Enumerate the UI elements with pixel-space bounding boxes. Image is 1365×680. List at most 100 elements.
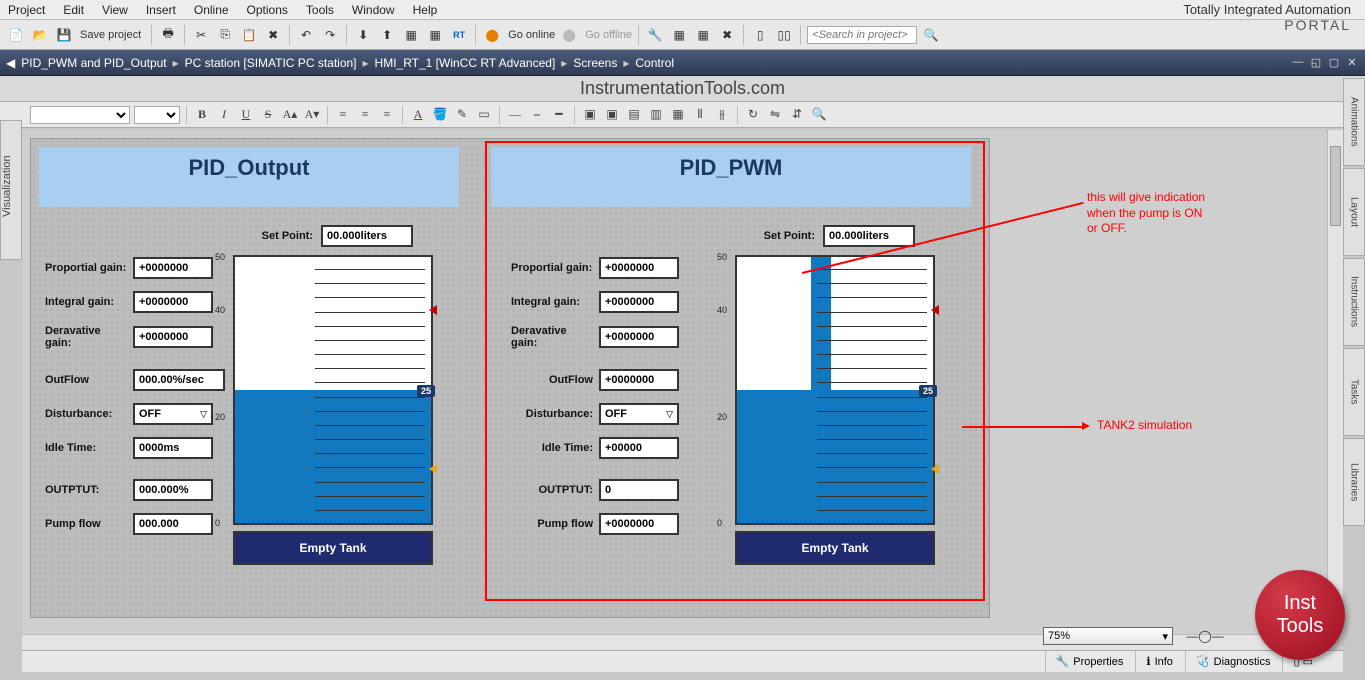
menu-online[interactable]: Online xyxy=(194,3,229,17)
io-field[interactable]: +0000000 xyxy=(599,257,679,279)
open-icon[interactable]: 📂 xyxy=(30,25,50,45)
info-tab[interactable]: ℹInfo xyxy=(1135,651,1173,672)
line-color-icon[interactable]: ✎ xyxy=(453,106,471,124)
setpoint-field[interactable]: 00.000liters xyxy=(321,225,413,247)
menu-options[interactable]: Options xyxy=(247,3,288,17)
paste-icon[interactable]: 📋 xyxy=(239,25,259,45)
size-select[interactable] xyxy=(134,106,180,124)
crumb-item[interactable]: HMI_RT_1 [WinCC RT Advanced] xyxy=(375,56,556,70)
menu-edit[interactable]: Edit xyxy=(63,3,84,17)
io-field[interactable]: +0000000 xyxy=(599,369,679,391)
tool-icon[interactable]: ▦ xyxy=(693,25,713,45)
panel-pid-output[interactable]: PID_Output Set Point: 00.000liters Propo… xyxy=(39,147,459,207)
copy-icon[interactable]: ⎘ xyxy=(215,25,235,45)
panel-pid-pwm[interactable]: PID_PWM Set Point: 00.000liters Proporti… xyxy=(491,147,971,207)
io-field[interactable]: 0 xyxy=(599,479,679,501)
menu-window[interactable]: Window xyxy=(352,3,395,17)
io-field[interactable]: +0000000 xyxy=(133,326,213,348)
tab-instructions[interactable]: Instructions xyxy=(1343,258,1365,346)
minimize-icon[interactable]: — xyxy=(1291,56,1305,70)
line-style-icon[interactable]: ⎯ xyxy=(528,106,546,124)
font-color-icon[interactable]: A xyxy=(409,106,427,124)
font-select[interactable] xyxy=(30,106,130,124)
io-field[interactable]: +0000000 xyxy=(133,291,213,313)
menu-project[interactable]: Project xyxy=(8,3,45,17)
close-icon[interactable]: ✕ xyxy=(1345,56,1359,70)
bold-icon[interactable]: B xyxy=(193,106,211,124)
menu-view[interactable]: View xyxy=(102,3,128,17)
tab-animations[interactable]: Animations xyxy=(1343,78,1365,166)
italic-icon[interactable]: I xyxy=(215,106,233,124)
fill-color-icon[interactable]: 🪣 xyxy=(431,106,449,124)
io-field[interactable]: +0000000 xyxy=(599,291,679,313)
underline-icon[interactable]: U xyxy=(237,106,255,124)
search-input[interactable] xyxy=(807,26,917,44)
split-icon[interactable]: ▯ xyxy=(750,25,770,45)
io-field[interactable]: +0000000 xyxy=(133,257,213,279)
menu-help[interactable]: Help xyxy=(413,3,438,17)
disturbance-dropdown[interactable]: OFF▽ xyxy=(133,403,213,425)
search-go-icon[interactable]: 🔍 xyxy=(921,25,941,45)
tool-icon[interactable]: 🔧 xyxy=(645,25,665,45)
strike-icon[interactable]: S xyxy=(259,106,277,124)
print-icon[interactable]: 🖶 xyxy=(158,25,178,45)
line-style-icon[interactable]: ━ xyxy=(550,106,568,124)
align-icon[interactable]: ▥ xyxy=(647,106,665,124)
io-field[interactable]: 000.000% xyxy=(133,479,213,501)
io-field[interactable]: 000.000 xyxy=(133,513,213,535)
rotate-icon[interactable]: ↻ xyxy=(744,106,762,124)
align-left-icon[interactable]: ≡ xyxy=(334,106,352,124)
font-shrink-icon[interactable]: A▾ xyxy=(303,106,321,124)
menu-tools[interactable]: Tools xyxy=(306,3,334,17)
empty-tank-button[interactable]: Empty Tank xyxy=(233,531,433,565)
zoom-select[interactable]: 75%▾ xyxy=(1043,627,1173,645)
distribute-icon[interactable]: ⫴ xyxy=(691,106,709,124)
setpoint-field[interactable]: 00.000liters xyxy=(823,225,915,247)
undo-icon[interactable]: ↶ xyxy=(296,25,316,45)
align-icon[interactable]: ▦ xyxy=(669,106,687,124)
io-field[interactable]: +0000000 xyxy=(599,326,679,348)
font-grow-icon[interactable]: A▴ xyxy=(281,106,299,124)
tab-libraries[interactable]: Libraries xyxy=(1343,438,1365,526)
redo-icon[interactable]: ↷ xyxy=(320,25,340,45)
diagnostics-tab[interactable]: 🩺Diagnostics xyxy=(1185,651,1271,672)
split-icon[interactable]: ▯▯ xyxy=(774,25,794,45)
crumb-item[interactable]: PC station [SIMATIC PC station] xyxy=(185,56,357,70)
io-field[interactable]: 000.00%/sec xyxy=(133,369,225,391)
crumb-item[interactable]: Control xyxy=(635,56,674,70)
go-online-button[interactable]: Go online xyxy=(508,29,555,41)
tab-layout[interactable]: Layout xyxy=(1343,168,1365,256)
align-center-icon[interactable]: ≡ xyxy=(356,106,374,124)
border-icon[interactable]: ▭ xyxy=(475,106,493,124)
upload-icon[interactable]: ⬆ xyxy=(377,25,397,45)
maximize-icon[interactable]: ▢ xyxy=(1327,56,1341,70)
save-icon[interactable]: 💾 xyxy=(54,25,74,45)
group-icon[interactable]: ▣ xyxy=(581,106,599,124)
new-icon[interactable]: 📄 xyxy=(6,25,26,45)
flip-icon[interactable]: ⇵ xyxy=(788,106,806,124)
io-field[interactable]: +0000000 xyxy=(599,513,679,535)
tab-visualization[interactable]: Visualization xyxy=(0,120,22,260)
distribute-icon[interactable]: ⫵ xyxy=(713,106,731,124)
disturbance-dropdown[interactable]: OFF▽ xyxy=(599,403,679,425)
io-field[interactable]: +00000 xyxy=(599,437,679,459)
delete-icon[interactable]: ✖ xyxy=(263,25,283,45)
cut-icon[interactable]: ✂ xyxy=(191,25,211,45)
io-field[interactable]: 0000ms xyxy=(133,437,213,459)
align-right-icon[interactable]: ≡ xyxy=(378,106,396,124)
go-online-icon[interactable]: ⬤ xyxy=(482,25,502,45)
cancel-icon[interactable]: ✖ xyxy=(717,25,737,45)
hmi-screen[interactable]: PID_Output Set Point: 00.000liters Propo… xyxy=(30,138,990,618)
sim-icon[interactable]: ▦ xyxy=(425,25,445,45)
compile-icon[interactable]: ▦ xyxy=(401,25,421,45)
line-style-icon[interactable]: — xyxy=(506,106,524,124)
vertical-scrollbar[interactable] xyxy=(1327,130,1343,630)
restore-icon[interactable]: ◱ xyxy=(1309,56,1323,70)
download-icon[interactable]: ⬇ xyxy=(353,25,373,45)
menu-insert[interactable]: Insert xyxy=(146,3,176,17)
empty-tank-button[interactable]: Empty Tank xyxy=(735,531,935,565)
flip-icon[interactable]: ⇋ xyxy=(766,106,784,124)
chevron-left-icon[interactable]: ◀ xyxy=(6,56,15,70)
zoom-icon[interactable]: 🔍 xyxy=(810,106,828,124)
crumb-item[interactable]: PID_PWM and PID_Output xyxy=(21,56,166,70)
